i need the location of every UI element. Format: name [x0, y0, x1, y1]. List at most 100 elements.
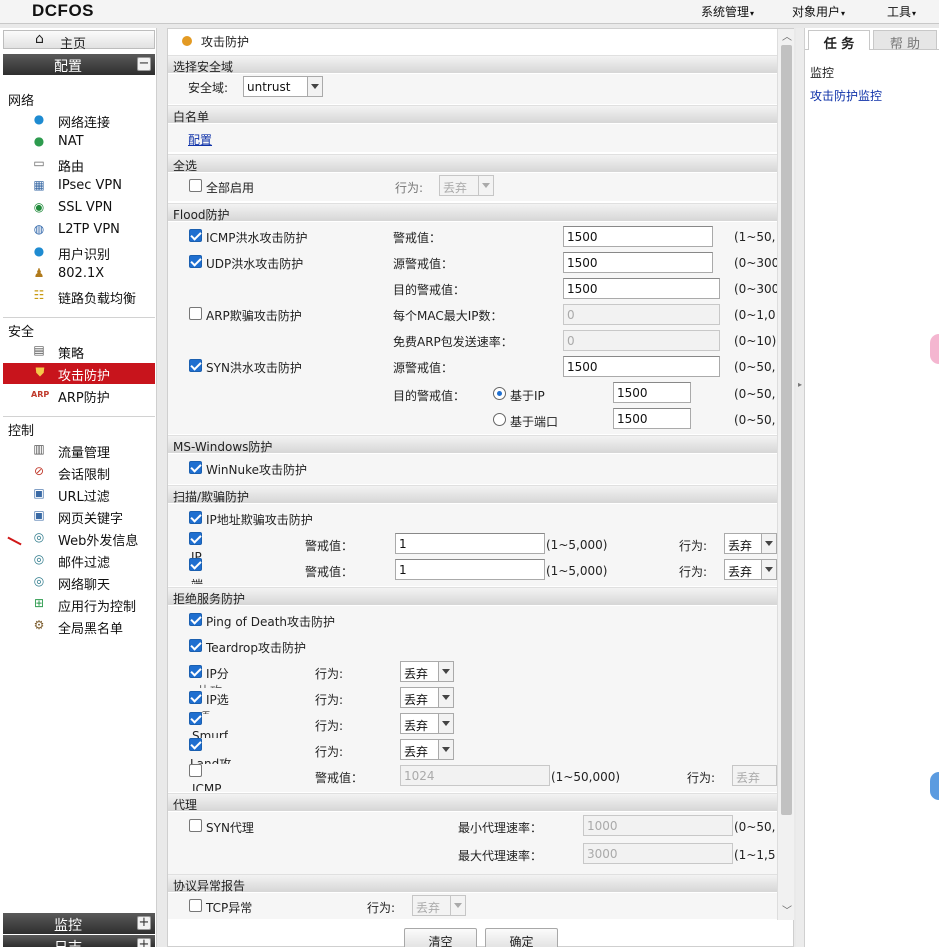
enable-all-label: 全部启用	[206, 181, 255, 195]
sidebar-item-l2tp-vpn[interactable]: ◍ L2TP VPN	[30, 220, 155, 241]
ip-fragment-checkbox[interactable]	[189, 665, 202, 678]
menu-tools[interactable]: 工具▾	[887, 3, 916, 20]
sidebar-item-network-chat[interactable]: ◎ 网络聊天	[30, 572, 155, 593]
syn-by-ip-input[interactable]: 1500	[613, 382, 691, 403]
whitelist-config-link[interactable]: 配置	[188, 131, 212, 148]
sidebar-item-route[interactable]: ▭ 路由	[30, 154, 155, 175]
expand-icon[interactable]: +	[137, 916, 151, 930]
winnuke-checkbox[interactable]	[189, 461, 202, 474]
enable-all-action-select[interactable]: 丢弃	[439, 175, 494, 196]
ip-scan-threshold-input[interactable]: 1	[395, 533, 545, 554]
ip-spoof-checkbox[interactable]	[189, 511, 202, 524]
main-scrollbar[interactable]: ︿ ﹀	[777, 29, 794, 920]
sidebar-item-label: 网页关键字	[58, 512, 124, 527]
protocol-anomaly-row	[168, 893, 777, 919]
sidebar-item-app-behavior-control[interactable]: ⊞ 应用行为控制	[30, 594, 155, 615]
sidebar-item-arp-protection[interactable]: ARP ARP防护	[30, 385, 155, 406]
sidebar-item-nat[interactable]: ● NAT	[30, 132, 155, 153]
syn-by-ip-label: 基于IP	[510, 389, 545, 403]
sidebar-home[interactable]: ⌂ 主页	[3, 30, 155, 52]
tab-task[interactable]: 任 务	[808, 30, 870, 52]
mac-max-ip-input[interactable]: 0	[563, 304, 720, 325]
sidebar-item-link-load-balance[interactable]: ☷ 链路负载均衡	[30, 286, 155, 307]
chevron-down-icon: ▾	[912, 9, 917, 18]
menu-system[interactable]: 系统管理▾	[701, 3, 754, 20]
ip-scan-threshold-label: 警戒值：	[305, 539, 354, 553]
expand-icon[interactable]: +	[137, 938, 151, 947]
section-title: MS-Windows防护	[173, 440, 273, 454]
ping-of-death-checkbox[interactable]	[189, 613, 202, 626]
udp-flood-checkbox[interactable]	[189, 255, 202, 268]
floating-pink-handle[interactable]	[930, 334, 939, 364]
ip-scan-action-select[interactable]: 丢弃	[724, 533, 777, 554]
large-icmp-checkbox[interactable]	[189, 764, 202, 777]
udp-dst-threshold-input[interactable]: 1500	[563, 278, 720, 299]
sidebar-item-attack-protection[interactable]: ⛊ 攻击防护	[3, 363, 155, 384]
sidebar-item-ipsec-vpn[interactable]: ▦ IPsec VPN	[30, 176, 155, 197]
tcp-anomaly-checkbox[interactable]	[189, 899, 202, 912]
sidebar-item-url-filter[interactable]: ▣ URL过滤	[30, 484, 155, 505]
sidebar-item-policy[interactable]: ▤ 策略	[30, 341, 155, 362]
smurf-checkbox[interactable]	[189, 712, 202, 725]
collapse-icon[interactable]: −	[137, 57, 151, 71]
icmp-flood-checkbox[interactable]	[189, 229, 202, 242]
icmp-threshold-input[interactable]: 1500	[563, 226, 713, 247]
syn-flood-checkbox[interactable]	[189, 359, 202, 372]
section-flood: Flood防护	[168, 203, 777, 222]
syn-by-port-radio[interactable]	[493, 413, 506, 426]
zone-select[interactable]: untrust	[243, 76, 323, 97]
menu-tools-label: 工具	[887, 5, 912, 19]
smurf-action-select[interactable]: 丢弃	[400, 713, 454, 734]
max-proxy-rate-input[interactable]: 3000	[583, 843, 733, 864]
attack-monitor-link[interactable]: 攻击防护监控	[810, 87, 882, 104]
ip-option-checkbox[interactable]	[189, 691, 202, 704]
sidebar-item-mail-filter[interactable]: ◎ 邮件过滤	[30, 550, 155, 571]
port-scan-threshold-input[interactable]: 1	[395, 559, 545, 580]
sidebar-item-ssl-vpn[interactable]: ◉ SSL VPN	[30, 198, 155, 219]
floating-blue-handle[interactable]	[930, 772, 939, 800]
large-icmp-threshold-input[interactable]: 1024	[400, 765, 550, 786]
menu-objects-users[interactable]: 对象用户▾	[792, 3, 845, 20]
ip-option-action-select[interactable]: 丢弃	[400, 687, 454, 708]
sidebar-config-header[interactable]: 配置 −	[3, 54, 155, 75]
chevron-down-icon	[450, 896, 465, 915]
tcp-anomaly-action-select[interactable]: 丢弃	[412, 895, 466, 916]
ip-scan-checkbox[interactable]	[189, 532, 202, 545]
sidebar-item-session-limit[interactable]: ⊘ 会话限制	[30, 462, 155, 483]
sidebar-log-header[interactable]: 日志 +	[3, 935, 155, 947]
select-value: 丢弃	[728, 565, 753, 579]
ok-button[interactable]: 确定	[485, 928, 558, 947]
sidebar-monitor-header[interactable]: 监控 +	[3, 913, 155, 934]
syn-by-port-input[interactable]: 1500	[613, 408, 691, 429]
port-scan-action-select[interactable]: 丢弃	[724, 559, 777, 580]
sidebar-item-traffic-management[interactable]: ▥ 流量管理	[30, 440, 155, 461]
syn-src-threshold-input[interactable]: 1500	[563, 356, 720, 377]
syn-by-ip-radio[interactable]	[493, 387, 506, 400]
syn-proxy-checkbox[interactable]	[189, 819, 202, 832]
scroll-up-icon[interactable]: ︿	[782, 33, 792, 43]
free-arp-rate-input[interactable]: 0	[563, 330, 720, 351]
clear-button[interactable]: 清空	[404, 928, 477, 947]
udp-src-threshold-input[interactable]: 1500	[563, 252, 713, 273]
sidebar-item-label: 会话限制	[58, 468, 111, 483]
ip-fragment-action-select[interactable]: 丢弃	[400, 661, 454, 682]
scrollbar-thumb[interactable]	[781, 45, 792, 815]
land-checkbox[interactable]	[189, 738, 202, 751]
panel-splitter[interactable]: ▸	[796, 28, 804, 947]
sidebar-item-web-keyword[interactable]: ▣ 网页关键字	[30, 506, 155, 527]
large-icmp-action-select[interactable]: 丢弃	[732, 765, 777, 786]
sidebar-item-8021x[interactable]: ♟ 802.1X	[30, 264, 155, 285]
teardrop-checkbox[interactable]	[189, 639, 202, 652]
arp-spoof-checkbox[interactable]	[189, 307, 202, 320]
sidebar-item-web-outbound-info[interactable]: ◎ Web外发信息	[30, 528, 155, 549]
tab-help[interactable]: 帮 助	[873, 30, 937, 52]
sidebar-item-network-connection[interactable]: ● 网络连接	[30, 110, 155, 131]
port-scan-checkbox[interactable]	[189, 558, 202, 571]
sidebar-item-user-identification[interactable]: ● 用户识别	[30, 242, 155, 263]
sidebar-item-global-blacklist[interactable]: ⚙ 全局黑名单	[30, 616, 155, 637]
min-proxy-rate-input[interactable]: 1000	[583, 815, 733, 836]
land-action-select[interactable]: 丢弃	[400, 739, 454, 760]
enable-all-checkbox[interactable]	[189, 179, 202, 192]
scroll-down-icon[interactable]: ﹀	[782, 907, 792, 917]
sidebar-item-label: 全局黑名单	[58, 622, 124, 637]
